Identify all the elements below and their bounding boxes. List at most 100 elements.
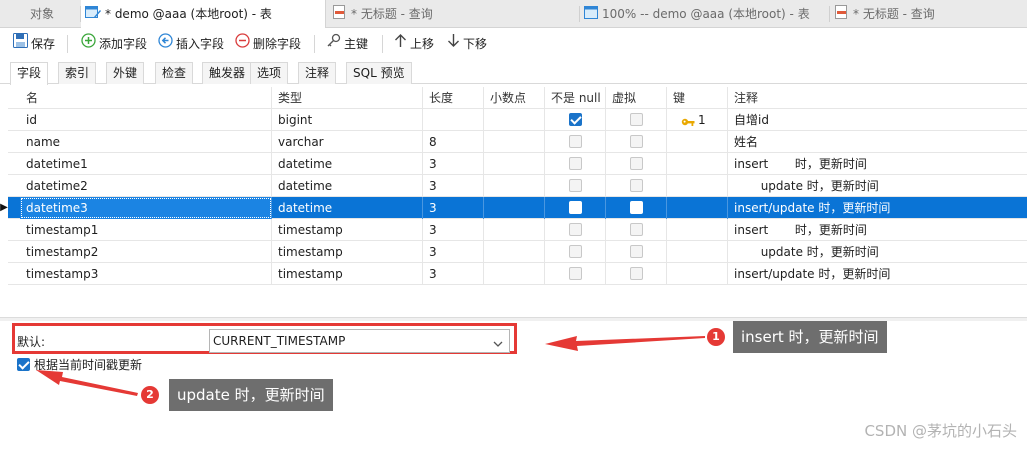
tab-sql-preview[interactable]: SQL 预览: [346, 62, 412, 84]
cell-name[interactable]: name: [20, 131, 272, 153]
cell-name[interactable]: datetime3: [20, 197, 272, 219]
not-null-checkbox[interactable]: [569, 201, 582, 214]
window-tab-objects[interactable]: 对象: [30, 0, 80, 28]
header-decimals[interactable]: 小数点: [484, 87, 545, 109]
cell-type[interactable]: datetime: [272, 175, 423, 197]
cell-length[interactable]: [423, 109, 484, 131]
cell-not-null[interactable]: [545, 109, 606, 131]
virtual-checkbox[interactable]: [630, 135, 643, 148]
cell-not-null[interactable]: [545, 241, 606, 263]
table-row[interactable]: id bigint 1 自增id: [8, 109, 1027, 131]
cell-type[interactable]: timestamp: [272, 219, 423, 241]
cell-type[interactable]: datetime: [272, 153, 423, 175]
table-row[interactable]: timestamp1 timestamp 3 insert 时，更新时间: [8, 219, 1027, 241]
on-update-checkbox[interactable]: [17, 358, 30, 371]
cell-key[interactable]: 1: [667, 109, 728, 131]
window-tab-table-demo[interactable]: * demo @aaa (本地root) - 表: [81, 0, 326, 28]
cell-comment[interactable]: 姓名: [728, 131, 1027, 153]
cell-comment[interactable]: insert/update 时，更新时间: [728, 197, 1027, 219]
save-button[interactable]: 保存: [13, 33, 55, 54]
table-row[interactable]: name varchar 8 姓名: [8, 131, 1027, 153]
header-comment[interactable]: 注释: [728, 87, 1027, 109]
cell-virtual[interactable]: [606, 241, 667, 263]
not-null-checkbox[interactable]: [569, 113, 582, 126]
cell-virtual[interactable]: [606, 175, 667, 197]
virtual-checkbox[interactable]: [630, 201, 643, 214]
move-down-button[interactable]: 下移: [447, 34, 487, 54]
window-tab-table-view[interactable]: 100% -- demo @aaa (本地root) - 表: [584, 0, 824, 28]
not-null-checkbox[interactable]: [569, 223, 582, 236]
cell-decimals[interactable]: [484, 219, 545, 241]
tab-checks[interactable]: 检查: [155, 62, 194, 84]
add-field-button[interactable]: 添加字段: [81, 33, 147, 54]
cell-comment[interactable]: 自增id: [728, 109, 1027, 131]
virtual-checkbox[interactable]: [630, 245, 643, 258]
cell-length[interactable]: 3: [423, 153, 484, 175]
tab-comment[interactable]: 注释: [298, 62, 337, 84]
cell-comment[interactable]: insert/update 时，更新时间: [728, 263, 1027, 285]
delete-field-button[interactable]: 删除字段: [235, 33, 301, 54]
table-row[interactable]: datetime2 datetime 3 update 时，更新时间: [8, 175, 1027, 197]
not-null-checkbox[interactable]: [569, 179, 582, 192]
cell-key[interactable]: [667, 263, 728, 285]
table-row[interactable]: timestamp2 timestamp 3 update 时，更新时间: [8, 241, 1027, 263]
cell-virtual[interactable]: [606, 263, 667, 285]
header-key[interactable]: 键: [667, 87, 728, 109]
virtual-checkbox[interactable]: [630, 113, 643, 126]
cell-name[interactable]: datetime2: [20, 175, 272, 197]
cell-decimals[interactable]: [484, 153, 545, 175]
cell-not-null[interactable]: [545, 263, 606, 285]
virtual-checkbox[interactable]: [630, 179, 643, 192]
tab-options[interactable]: 选项: [250, 62, 289, 84]
not-null-checkbox[interactable]: [569, 245, 582, 258]
cell-comment[interactable]: update 时，更新时间: [728, 175, 1027, 197]
header-virtual[interactable]: 虚拟: [606, 87, 667, 109]
cell-name[interactable]: timestamp1: [20, 219, 272, 241]
cell-decimals[interactable]: [484, 241, 545, 263]
cell-virtual[interactable]: [606, 109, 667, 131]
cell-length[interactable]: 3: [423, 241, 484, 263]
tab-fields[interactable]: 字段: [10, 62, 49, 85]
not-null-checkbox[interactable]: [569, 267, 582, 280]
header-name[interactable]: 名: [20, 87, 272, 109]
cell-not-null[interactable]: [545, 131, 606, 153]
tab-foreign-keys[interactable]: 外键: [106, 62, 145, 84]
cell-type[interactable]: timestamp: [272, 263, 423, 285]
cell-type[interactable]: timestamp: [272, 241, 423, 263]
cell-length[interactable]: 3: [423, 219, 484, 241]
cell-virtual[interactable]: [606, 219, 667, 241]
cell-decimals[interactable]: [484, 197, 545, 219]
virtual-checkbox[interactable]: [630, 267, 643, 280]
cell-comment[interactable]: update 时，更新时间: [728, 241, 1027, 263]
header-type[interactable]: 类型: [272, 87, 423, 109]
default-value-select[interactable]: CURRENT_TIMESTAMP: [209, 329, 510, 353]
cell-not-null[interactable]: [545, 219, 606, 241]
cell-not-null[interactable]: [545, 175, 606, 197]
cell-decimals[interactable]: [484, 175, 545, 197]
cell-length[interactable]: 3: [423, 175, 484, 197]
cell-length[interactable]: 3: [423, 197, 484, 219]
table-row[interactable]: timestamp3 timestamp 3 insert/update 时，更新时间: [8, 263, 1027, 285]
cell-name[interactable]: timestamp2: [20, 241, 272, 263]
not-null-checkbox[interactable]: [569, 157, 582, 170]
cell-name[interactable]: datetime1: [20, 153, 272, 175]
cell-key[interactable]: [667, 175, 728, 197]
cell-length[interactable]: 3: [423, 263, 484, 285]
table-row[interactable]: datetime3 datetime 3 insert/update 时，更新时间: [8, 197, 1027, 219]
cell-virtual[interactable]: [606, 197, 667, 219]
cell-name[interactable]: id: [20, 109, 272, 131]
cell-key[interactable]: [667, 153, 728, 175]
cell-key[interactable]: [667, 219, 728, 241]
primary-key-button[interactable]: 主键: [326, 33, 368, 54]
virtual-checkbox[interactable]: [630, 157, 643, 170]
cell-name[interactable]: timestamp3: [20, 263, 272, 285]
window-tab-query-2[interactable]: * 无标题 - 查询: [835, 0, 1025, 28]
insert-field-button[interactable]: 插入字段: [158, 33, 224, 54]
cell-not-null[interactable]: [545, 197, 606, 219]
cell-decimals[interactable]: [484, 263, 545, 285]
cell-comment[interactable]: insert 时，更新时间: [728, 219, 1027, 241]
cell-length[interactable]: 8: [423, 131, 484, 153]
tab-triggers[interactable]: 触发器: [202, 62, 253, 84]
cell-not-null[interactable]: [545, 153, 606, 175]
cell-type[interactable]: datetime: [272, 197, 423, 219]
